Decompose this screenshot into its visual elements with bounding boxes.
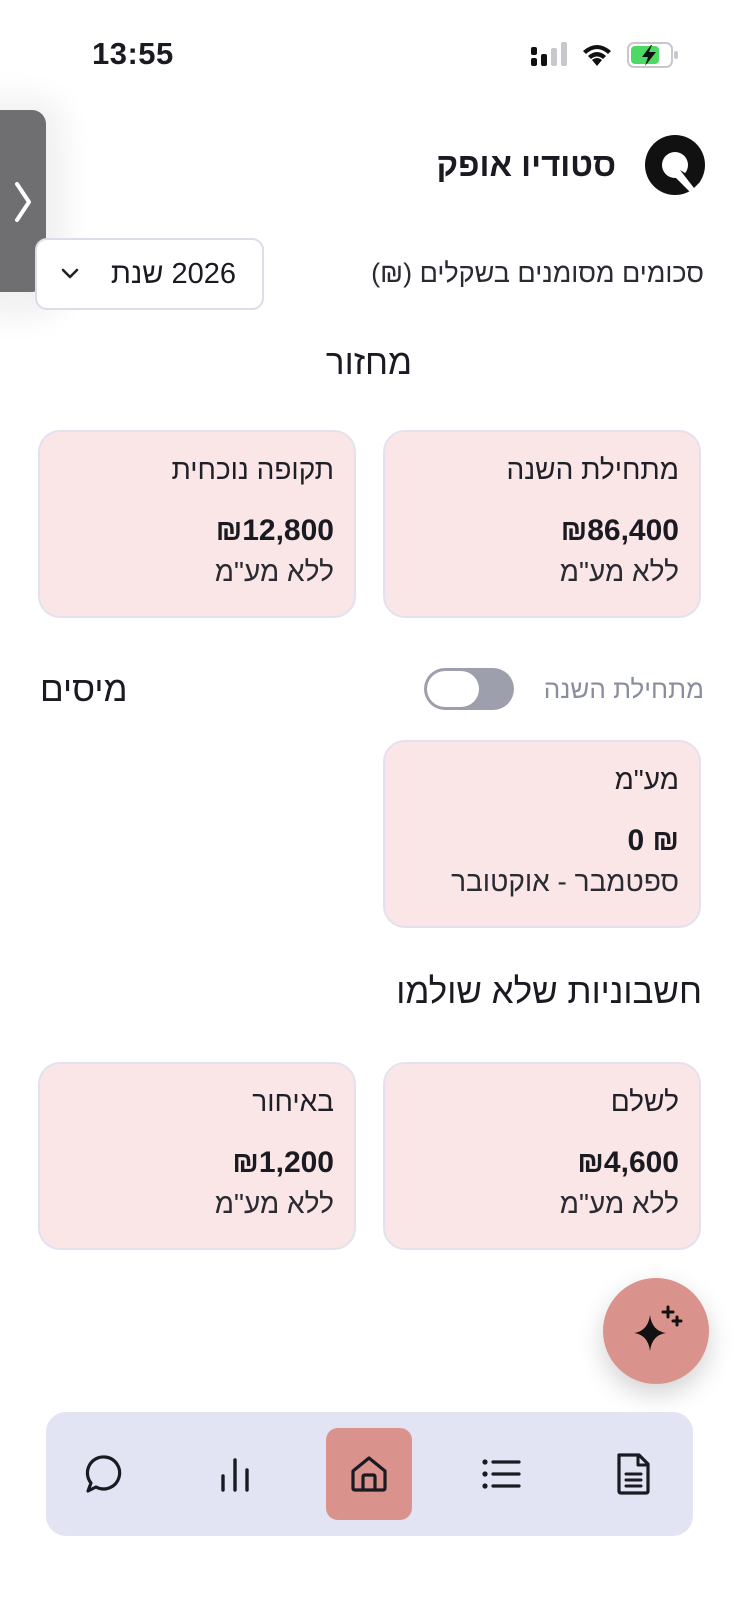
invoices-due-card[interactable]: לשלם ₪4,600 ללא מע"מ [383,1062,701,1250]
chevron-down-icon [61,268,79,279]
card-label: מע"מ [614,764,679,795]
card-label: באיחור [252,1086,334,1117]
card-amount: ₪4,600 [577,1146,679,1179]
nav-home[interactable] [326,1428,412,1520]
currency-note: סכומים מסומנים בשקלים (₪) [371,258,704,288]
taxes-section-title: מיסים [40,670,128,709]
ytd-toggle-switch[interactable] [423,668,514,710]
card-note: ללא מע"מ [214,556,334,587]
chevron-right-icon [15,182,31,222]
document-icon [617,1453,650,1495]
nav-list[interactable] [458,1428,544,1520]
toggle-knob [426,671,479,707]
card-note: ללא מע"מ [214,1188,334,1219]
nav-documents[interactable] [590,1428,676,1520]
card-amount: ₪ 0 [627,824,679,857]
battery-charging-icon [627,42,678,68]
status-bar: 13:55 [0,0,738,110]
revenue-current-period-card[interactable]: תקופה נוכחית ₪12,800 ללא מע"מ [38,430,356,618]
bottom-nav [46,1412,693,1536]
ytd-toggle-label: מתחילת השנה [543,673,704,704]
card-period: ספטמבר - אוקטובר [451,866,679,897]
status-time: 13:55 [92,36,174,71]
card-note: ללא מע"מ [559,556,679,587]
ytd-toggle-row: מתחילת השנה [423,668,704,710]
card-amount: ₪86,400 [560,514,679,547]
unpaid-invoices-section-title: חשבוניות שלא שולמו [396,972,702,1011]
card-amount: ₪1,200 [232,1146,334,1179]
chat-icon [85,1455,122,1493]
home-icon [351,1456,387,1492]
app-title: סטודיו אופק [436,146,616,183]
card-label: לשלם [610,1086,679,1117]
sparkles-icon [634,1305,683,1351]
nav-stats[interactable] [192,1428,278,1520]
year-select[interactable]: 2026 שנת [35,238,264,310]
year-select-label: 2026 שנת [110,257,236,290]
app-header: סטודיו אופק [436,130,708,200]
cellular-signal-icon [531,42,567,66]
revenue-section-title: מחזור [325,343,413,382]
invoices-overdue-card[interactable]: באיחור ₪1,200 ללא מע"מ [38,1062,356,1250]
revenue-ytd-card[interactable]: מתחילת השנה ₪86,400 ללא מע"מ [383,430,701,618]
bar-chart-icon [221,1458,249,1492]
list-icon [482,1459,521,1489]
ai-assistant-button[interactable] [603,1278,709,1384]
studio-logo-icon [645,135,705,195]
card-note: ללא מע"מ [559,1188,679,1219]
wifi-icon [583,45,611,66]
card-amount: ₪12,800 [215,514,334,547]
card-label: תקופה נוכחית [171,454,334,485]
card-label: מתחילת השנה [506,454,679,485]
vat-card[interactable]: מע"מ ₪ 0 ספטמבר - אוקטובר [383,740,701,928]
nav-chat[interactable] [62,1428,148,1520]
